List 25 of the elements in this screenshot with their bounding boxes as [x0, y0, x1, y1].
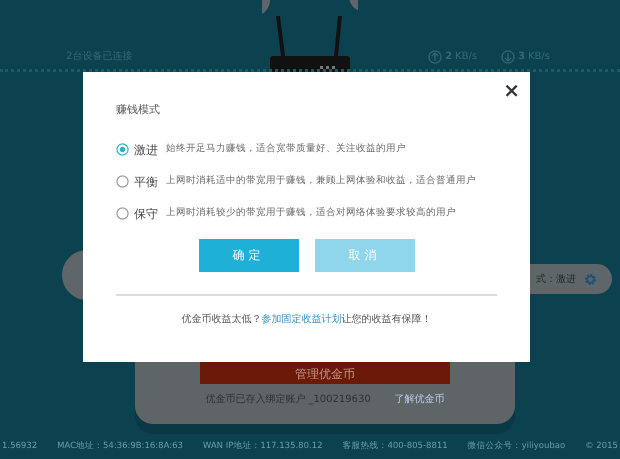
- footer-text: 微信公众号：yiliyoubao: [468, 440, 566, 453]
- radio-button[interactable]: [116, 143, 129, 156]
- mode-label: 式：激进: [536, 272, 576, 286]
- footer-text: 1.56932: [2, 440, 38, 453]
- settings-icon[interactable]: [584, 272, 597, 286]
- note-text: 优金币收益太低？参加固定收益计划让您的收益有保障！: [182, 314, 432, 324]
- dialog-title: 赚钱模式: [116, 102, 161, 118]
- option-label[interactable]: 平衡: [134, 172, 158, 190]
- close-button[interactable]: ×: [499, 78, 524, 102]
- radio-button[interactable]: [116, 175, 129, 188]
- download-icon: [501, 50, 516, 64]
- footer-text: WAN IP地址：117.135.80.12: [202, 440, 323, 453]
- confirm-button[interactable]: 确定: [198, 238, 298, 272]
- footer-text: © 2015: [585, 440, 618, 453]
- upload-icon: [428, 50, 442, 64]
- option-description: 上网时消耗适中的带宽用于赚钱，兼顾上网体验和收益，适合普通用户: [166, 174, 476, 188]
- option-description: 上网时消耗较少的带宽用于赚钱，适合对网络体验要求较高的用户: [166, 206, 456, 220]
- income-plan-link[interactable]: 参加固定收益计划: [262, 314, 342, 324]
- learn-coins-link[interactable]: 了解优金币: [394, 392, 445, 407]
- footer-text: MAC地址：54:36:9B:16:8A:63: [57, 440, 183, 453]
- radio-button[interactable]: [116, 207, 129, 220]
- option-description: 始终开足马力赚钱，适合宽带质量好、关注收益的用户: [166, 142, 406, 156]
- option-label[interactable]: 保守: [134, 204, 158, 222]
- footer-text: 客服热线：400-805-8811: [342, 440, 448, 453]
- option-label[interactable]: 激进: [134, 140, 158, 158]
